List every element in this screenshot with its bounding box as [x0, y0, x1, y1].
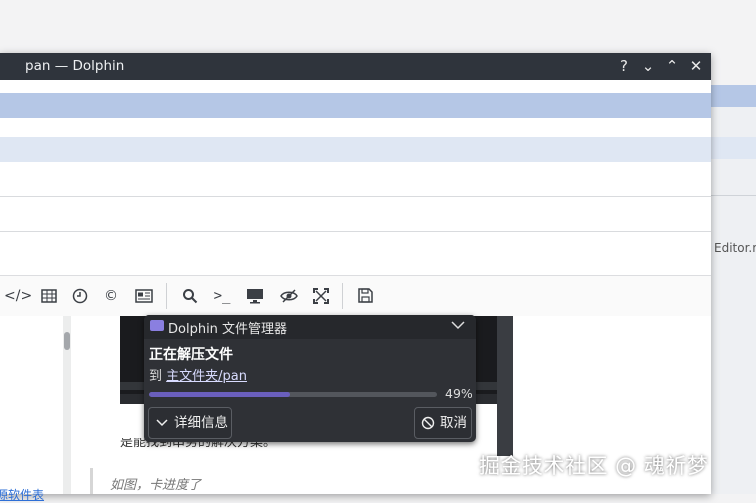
clock-icon[interactable]	[68, 284, 92, 308]
hide-icon[interactable]	[277, 284, 301, 308]
cancel-button-label: 取消	[440, 415, 467, 431]
titlebar: pan — Dolphin ? ⌄ ⌃ ✕	[0, 53, 711, 80]
notification-title: 正在解压文件	[149, 347, 233, 363]
divider	[0, 196, 711, 197]
hover-row[interactable]	[0, 137, 711, 162]
scrollbar[interactable]	[63, 316, 71, 494]
image-edge	[497, 316, 513, 456]
toolbar-separator	[166, 283, 167, 309]
table-icon[interactable]	[37, 284, 61, 308]
background-editor-strip: Editor.m	[710, 85, 756, 494]
terminal-icon[interactable]: >_	[210, 284, 234, 308]
chevron-down-icon[interactable]	[450, 317, 466, 337]
watermark: 掘金技术社区 @ 魂祈梦	[479, 454, 709, 478]
notification-app-name: Dolphin 文件管理器	[168, 322, 288, 337]
chevron-down-icon	[156, 419, 168, 427]
save-icon[interactable]	[353, 284, 377, 308]
bg-highlight-band	[710, 85, 756, 107]
maximize-button[interactable]: ⌃	[661, 55, 683, 77]
extract-progress-notification: Dolphin 文件管理器 正在解压文件 到 主文件夹/pan 49% 详细信息…	[144, 315, 476, 442]
notification-destination: 到 主文件夹/pan	[149, 365, 247, 384]
blockquote-bar	[90, 468, 93, 494]
search-icon[interactable]	[178, 284, 202, 308]
selected-row[interactable]	[0, 93, 711, 118]
close-button[interactable]: ✕	[685, 55, 707, 77]
left-link[interactable]: 源软件表	[0, 486, 48, 503]
editor-toolbar: </> © >_	[0, 275, 711, 317]
progress-bar	[149, 392, 437, 397]
cancel-icon	[421, 416, 435, 430]
cancel-button[interactable]: 取消	[414, 407, 472, 439]
destination-link[interactable]: 主文件夹/pan	[166, 369, 247, 384]
help-button[interactable]: ?	[613, 55, 635, 77]
progress-percent: 49%	[445, 386, 473, 401]
details-button-label: 详细信息	[174, 415, 228, 431]
window-title: pan — Dolphin	[25, 58, 125, 74]
toolbar-separator	[342, 283, 343, 309]
layout-icon[interactable]	[132, 284, 156, 308]
folder-icon	[150, 320, 164, 331]
bg-light-band	[710, 137, 756, 159]
details-button[interactable]: 详细信息	[148, 407, 232, 439]
notification-header: Dolphin 文件管理器	[144, 315, 476, 339]
monitor-icon[interactable]	[243, 284, 267, 308]
code-icon[interactable]: </>	[4, 284, 32, 308]
divider	[0, 231, 711, 232]
left-link-text[interactable]: 源软件表	[0, 488, 44, 502]
blockquote-text: 如图，卡进度了	[110, 478, 202, 493]
bg-divider	[710, 195, 756, 196]
fullscreen-icon[interactable]	[309, 284, 333, 308]
minimize-button[interactable]: ⌄	[637, 55, 659, 77]
copyright-icon[interactable]: ©	[99, 284, 123, 308]
scrollbar-thumb[interactable]	[64, 332, 70, 350]
destination-prefix: 到	[149, 369, 167, 384]
background-editor-tab[interactable]: Editor.m	[714, 241, 756, 255]
progress-fill	[149, 392, 291, 397]
